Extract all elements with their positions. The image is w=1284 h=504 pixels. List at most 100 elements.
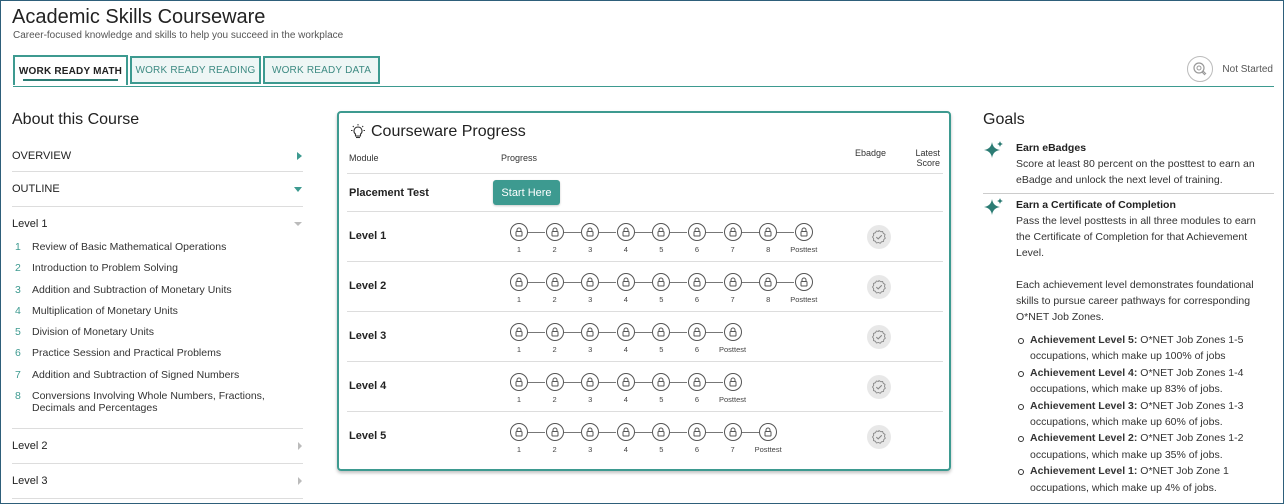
step-connector <box>670 382 688 383</box>
lock-icon <box>794 223 813 241</box>
tab-divider <box>13 86 1274 87</box>
overview-toggle[interactable]: OVERVIEW <box>12 141 303 172</box>
lock-icon <box>687 223 706 241</box>
lesson-item[interactable]: 5 Division of Monetary Units <box>15 326 295 347</box>
lock-icon <box>652 273 671 291</box>
goal-heading: Earn eBadges <box>1016 142 1087 154</box>
step-label: 4 <box>623 395 628 404</box>
lock-icon <box>510 273 528 291</box>
step-connector <box>741 432 759 433</box>
status-text: Not Started <box>1222 63 1273 75</box>
column-header-text: Latest <box>915 148 940 158</box>
step-connector <box>528 232 545 233</box>
step-connector <box>705 282 723 283</box>
column-header-progress: Progress <box>501 153 538 163</box>
step-connector <box>563 382 581 383</box>
progress-step[interactable]: Posttest <box>719 373 757 405</box>
lesson-number: 4 <box>15 304 21 317</box>
column-header-ebadge: Ebadge <box>855 148 887 158</box>
chevron-right-icon <box>297 152 302 160</box>
lock-icon <box>545 373 564 391</box>
step-label: 6 <box>694 445 700 454</box>
step-label: 3 <box>588 345 593 354</box>
lesson-item[interactable]: 2 Introduction to Problem Solving <box>15 262 295 283</box>
progress-step[interactable]: Posttest <box>719 323 757 355</box>
start-here-button[interactable]: Start Here <box>493 180 560 205</box>
lock-icon <box>581 273 600 291</box>
lock-icon <box>616 223 635 241</box>
lock-icon <box>545 323 564 341</box>
tab-work-ready-data[interactable]: WORK READY DATA <box>263 56 380 84</box>
level-label: Level 3 <box>349 330 387 342</box>
tab-work-ready-reading[interactable]: WORK READY READING <box>130 56 261 84</box>
lock-icon <box>794 273 813 291</box>
step-connector <box>563 282 581 283</box>
lesson-item[interactable]: 4 Multiplication of Monetary Units <box>15 305 295 326</box>
step-connector <box>670 432 688 433</box>
tab-work-ready-math[interactable]: WORK READY MATH <box>13 55 128 85</box>
step-connector <box>599 382 617 383</box>
goal-heading: Earn a Certificate of Completion <box>1016 199 1176 211</box>
lesson-number: 2 <box>15 262 21 275</box>
step-label: Posttest <box>719 345 747 354</box>
lesson-item[interactable]: 1 Review of Basic Mathematical Operations <box>15 241 295 262</box>
level-3-toggle[interactable]: Level 3 <box>12 464 303 499</box>
lesson-label: Review of Basic Mathematical Operations <box>32 241 227 253</box>
progress-step[interactable]: Posttest <box>755 423 792 455</box>
lesson-number: 8 <box>15 390 21 403</box>
step-label: 1 <box>516 245 522 254</box>
lock-icon <box>545 273 564 291</box>
level-1-label: Level 1 <box>12 218 48 230</box>
tab-label: WORK READY MATH <box>18 65 123 77</box>
step-label: 5 <box>659 445 664 454</box>
tab-label: WORK READY READING <box>135 64 256 76</box>
step-connector <box>741 282 759 283</box>
step-connector <box>528 282 545 283</box>
column-header-text: Score <box>916 158 940 168</box>
step-connector <box>528 432 545 433</box>
lock-icon <box>723 273 742 291</box>
achievement-label: Achievement Level 3: <box>1030 399 1138 412</box>
level-3-label: Level 3 <box>12 475 48 487</box>
level-1-toggle[interactable]: Level 1 <box>12 213 303 235</box>
divider <box>983 193 1274 194</box>
level-label: Level 4 <box>349 380 387 392</box>
step-label: 7 <box>730 295 735 304</box>
step-connector <box>599 232 617 233</box>
lock-icon <box>687 323 706 341</box>
lock-icon <box>652 373 671 391</box>
level-row: Level 2 1 2 3 4 5 6 7 8 Posttest <box>347 261 943 311</box>
progress-steps: 1 2 3 4 5 6 7 8 Posttest <box>507 273 827 305</box>
step-label: Posttest <box>754 445 782 454</box>
level-row: Level 1 1 2 3 4 5 6 7 8 Posttest <box>347 211 943 261</box>
lesson-item[interactable]: 6 Practice Session and Practical Problems <box>15 347 295 368</box>
progress-step[interactable]: Posttest <box>790 223 828 255</box>
achievement-item: Achievement Level 2: O*NET Job Zones 1-2… <box>1016 430 1271 463</box>
lock-icon <box>652 323 671 341</box>
level-label: Level 2 <box>349 280 387 292</box>
step-label: 6 <box>694 345 700 354</box>
step-label: 5 <box>659 395 664 404</box>
lesson-number: 7 <box>15 368 21 381</box>
goal-ebadges: Earn eBadges Score at least 80 percent o… <box>1016 140 1271 188</box>
page-title: Academic Skills Courseware <box>12 6 266 28</box>
step-label: 3 <box>588 295 593 304</box>
lesson-item[interactable]: 3 Addition and Subtraction of Monetary Un… <box>15 284 295 305</box>
outline-toggle[interactable]: OUTLINE <box>12 172 303 207</box>
lock-icon <box>510 423 528 441</box>
lesson-item[interactable]: 8 Conversions Involving Whole Numbers, Fr… <box>15 390 295 420</box>
step-label: 2 <box>552 445 557 454</box>
goals-title: Goals <box>983 111 1025 128</box>
lock-icon <box>687 423 706 441</box>
step-connector <box>670 332 688 333</box>
step-connector <box>705 432 723 433</box>
status-badge-icon <box>1187 56 1214 82</box>
level-2-toggle[interactable]: Level 2 <box>12 428 303 464</box>
progress-title: Courseware Progress <box>371 123 526 140</box>
lock-icon <box>687 373 706 391</box>
progress-step[interactable]: Posttest <box>790 273 828 305</box>
lesson-item[interactable]: 7 Addition and Subtraction of Signed Numb… <box>15 369 295 390</box>
step-label: Posttest <box>790 295 818 304</box>
placement-label: Placement Test <box>349 187 429 199</box>
lock-icon <box>616 323 635 341</box>
